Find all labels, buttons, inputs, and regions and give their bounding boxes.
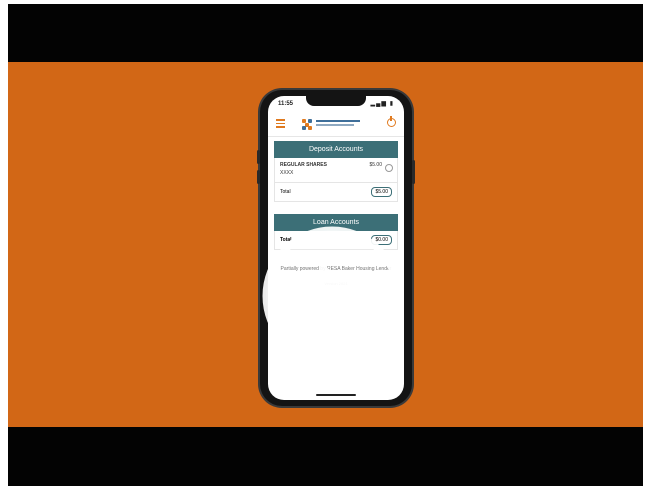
section-title: Deposit Accounts — [308, 146, 364, 153]
account-number: XXXX — [280, 170, 294, 176]
total-amount: $5.00 — [371, 187, 392, 197]
account-name: REGULAR SHARES — [280, 162, 327, 168]
deposit-accounts-header: Deposit Accounts — [274, 141, 398, 158]
phone-volume-button — [257, 170, 260, 184]
power-logout-icon[interactable] — [387, 116, 396, 127]
deposit-total-row: Total $5.00 — [274, 183, 398, 202]
credit-union-logo — [302, 117, 360, 131]
signal-battery-icon: ▂▄▆ ▮ — [370, 101, 394, 107]
app-header — [268, 112, 404, 137]
account-card[interactable]: REGULAR SHARES $5.00 XXXX — [274, 158, 398, 183]
phone-notch — [306, 96, 366, 106]
phone-volume-button — [257, 150, 260, 164]
home-indicator — [316, 394, 356, 396]
account-select-radio[interactable] — [385, 164, 393, 172]
play-button[interactable] — [261, 225, 403, 367]
hamburger-menu-icon[interactable] — [276, 119, 285, 128]
video-frame[interactable]: 11:55 ▂▄▆ ▮ Deposit Accounts REGULAR SHA… — [8, 4, 643, 486]
status-bar: 11:55 ▂▄▆ ▮ — [268, 96, 404, 112]
total-label: Total — [280, 189, 291, 195]
video-background-band: 11:55 ▂▄▆ ▮ Deposit Accounts REGULAR SHA… — [8, 62, 643, 427]
logo-wordmark — [316, 120, 360, 128]
status-time: 11:55 — [278, 101, 294, 107]
phone-power-button — [412, 160, 415, 184]
account-amount: $5.00 — [369, 162, 382, 168]
logo-mark-icon — [302, 118, 313, 130]
